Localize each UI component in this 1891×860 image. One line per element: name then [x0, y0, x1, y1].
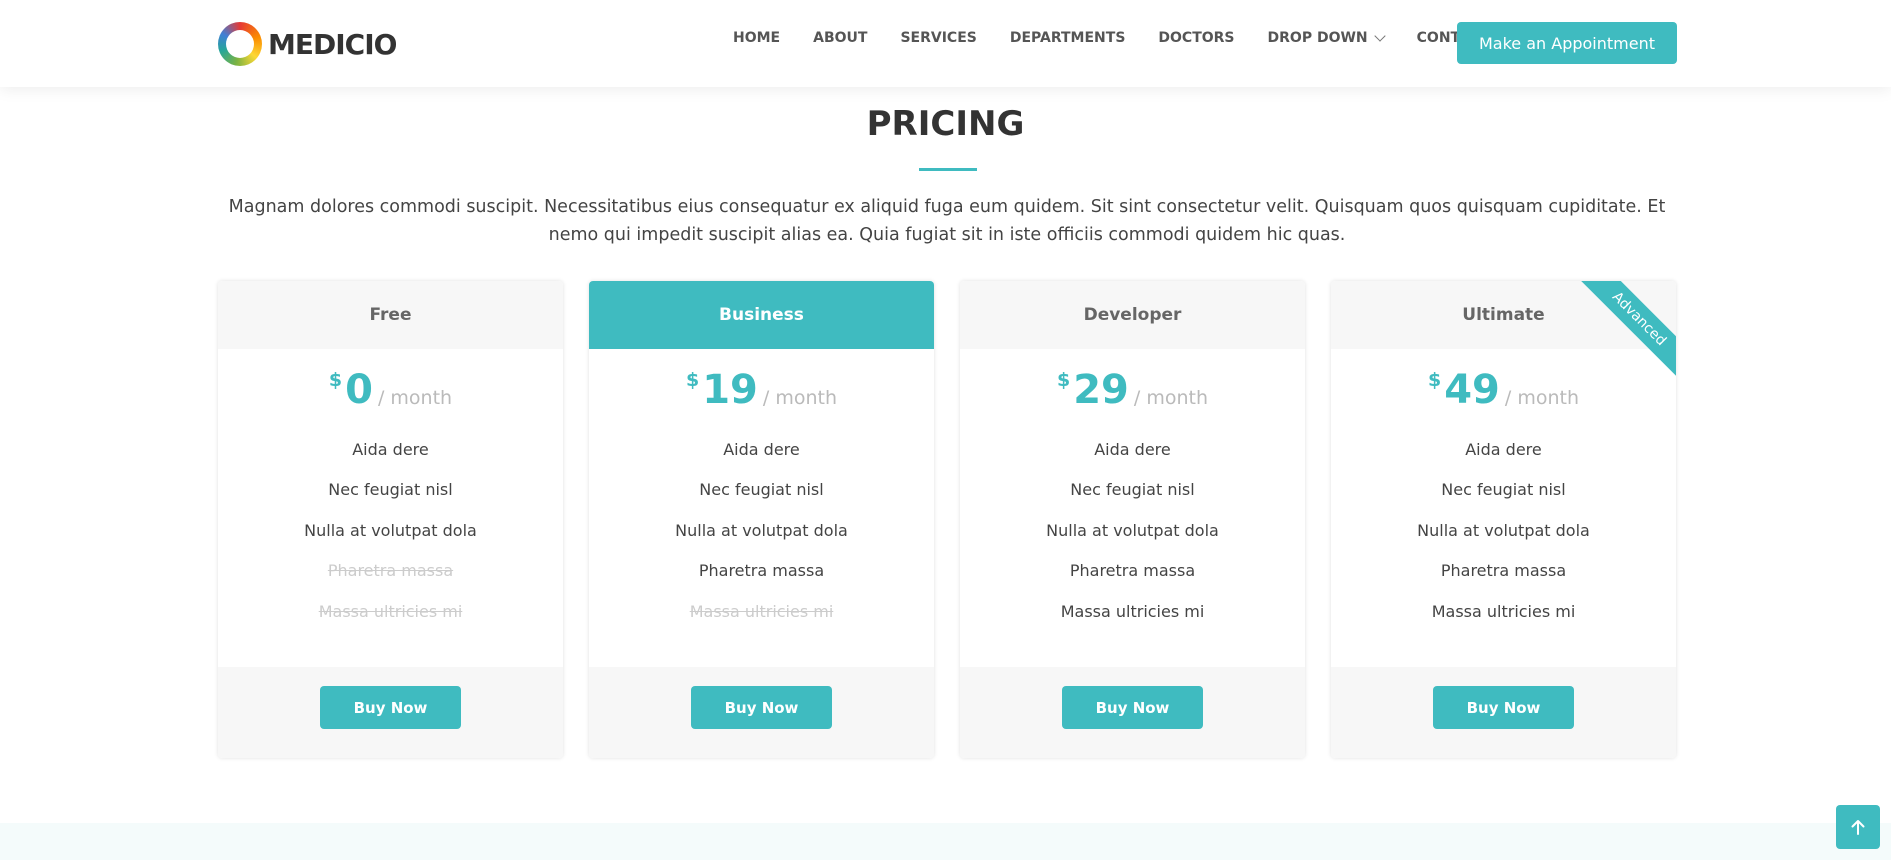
site-header: MEDICIO HOME ABOUT SERVICES DEPARTMENTS … — [0, 0, 1891, 87]
card-footer: Buy Now — [218, 667, 563, 758]
arrow-up-icon — [1851, 820, 1865, 835]
buy-now-button-developer[interactable]: Buy Now — [1062, 686, 1203, 729]
price-period: / month — [762, 387, 837, 409]
price-period: / month — [1504, 387, 1579, 409]
plan-price: $ 19 / month — [589, 349, 934, 419]
feature-item: Nulla at volutpat dola — [675, 520, 848, 540]
chevron-down-icon — [1373, 29, 1386, 42]
plan-name: Business — [589, 281, 934, 349]
feature-item: Pharetra massa — [1440, 561, 1567, 581]
card-footer: Buy Now — [1331, 667, 1676, 758]
buy-now-button-ultimate[interactable]: Buy Now — [1433, 686, 1574, 729]
pricing-card-business: Business $ 19 / month Aida dere Nec feug… — [589, 281, 934, 758]
feature-item: Nulla at volutpat dola — [304, 520, 477, 540]
card-footer: Buy Now — [960, 667, 1305, 758]
feature-list: Aida dere Nec feugiat nisl Nulla at volu… — [589, 419, 934, 632]
feature-item: Aida dere — [1465, 439, 1542, 459]
nav-departments[interactable]: DEPARTMENTS — [1010, 30, 1126, 46]
price-currency: $ — [685, 369, 700, 391]
feature-item: Pharetra massa — [1069, 561, 1196, 581]
make-appointment-button[interactable]: Make an Appointment — [1457, 22, 1677, 64]
feature-item-unavailable: Pharetra massa — [327, 561, 454, 581]
plan-price: $ 49 / month — [1331, 349, 1676, 419]
plan-name: Free — [218, 281, 563, 349]
pricing-card-developer: Developer $ 29 / month Aida dere Nec feu… — [960, 281, 1305, 758]
price-amount: 0 — [345, 367, 373, 413]
next-section-band — [0, 823, 1891, 860]
feature-item: Nec feugiat nisl — [1441, 480, 1566, 500]
back-to-top-button[interactable] — [1836, 805, 1880, 849]
feature-item-unavailable: Massa ultricies mi — [689, 601, 834, 621]
feature-item: Pharetra massa — [698, 561, 825, 581]
nav-dropdown-label: DROP DOWN — [1267, 30, 1368, 46]
plan-price: $ 29 / month — [960, 349, 1305, 419]
price-amount: 19 — [702, 367, 758, 413]
feature-item: Nec feugiat nisl — [328, 480, 453, 500]
buy-now-button-business[interactable]: Buy Now — [691, 686, 832, 729]
price-currency: $ — [1427, 369, 1442, 391]
feature-item: Massa ultricies mi — [1431, 601, 1576, 621]
nav-dropdown[interactable]: DROP DOWN — [1267, 29, 1386, 46]
pricing-card-free: Free $ 0 / month Aida dere Nec feugiat n… — [218, 281, 563, 758]
price-amount: 29 — [1073, 367, 1129, 413]
nav-home[interactable]: HOME — [733, 30, 780, 46]
nav-services[interactable]: SERVICES — [900, 30, 976, 46]
feature-item: Massa ultricies mi — [1060, 601, 1205, 621]
pricing-card-ultimate: Ultimate Advanced $ 49 / month Aida dere… — [1331, 281, 1676, 758]
brand-logo[interactable]: MEDICIO — [218, 21, 397, 67]
plan-price: $ 0 / month — [218, 349, 563, 419]
feature-item: Aida dere — [352, 439, 429, 459]
feature-item: Aida dere — [723, 439, 800, 459]
price-period: / month — [1133, 387, 1208, 409]
feature-item: Nulla at volutpat dola — [1046, 520, 1219, 540]
price-currency: $ — [1056, 369, 1071, 391]
pricing-cards: Free $ 0 / month Aida dere Nec feugiat n… — [218, 281, 1676, 758]
price-currency: $ — [328, 369, 343, 391]
feature-item-unavailable: Massa ultricies mi — [318, 601, 463, 621]
section-description: Magnam dolores commodi suscipit. Necessi… — [228, 197, 1666, 245]
price-amount: 49 — [1444, 367, 1500, 413]
feature-item: Nec feugiat nisl — [1070, 480, 1195, 500]
title-underline — [919, 168, 977, 171]
main-nav: HOME ABOUT SERVICES DEPARTMENTS DOCTORS … — [733, 29, 1523, 46]
feature-list: Aida dere Nec feugiat nisl Nulla at volu… — [1331, 419, 1676, 632]
plan-name: Developer — [960, 281, 1305, 349]
feature-list: Aida dere Nec feugiat nisl Nulla at volu… — [960, 419, 1305, 632]
feature-item: Nulla at volutpat dola — [1417, 520, 1590, 540]
logo-ring-icon — [218, 22, 262, 66]
card-footer: Buy Now — [589, 667, 934, 758]
brand-name: MEDICIO — [268, 27, 397, 61]
price-period: / month — [377, 387, 453, 409]
nav-about[interactable]: ABOUT — [813, 30, 867, 46]
feature-list: Aida dere Nec feugiat nisl Nulla at volu… — [218, 419, 563, 632]
nav-doctors[interactable]: DOCTORS — [1158, 30, 1234, 46]
feature-item: Nec feugiat nisl — [699, 480, 824, 500]
buy-now-button-free[interactable]: Buy Now — [320, 686, 461, 729]
section-title: PRICING — [866, 104, 1025, 144]
feature-item: Aida dere — [1094, 439, 1171, 459]
